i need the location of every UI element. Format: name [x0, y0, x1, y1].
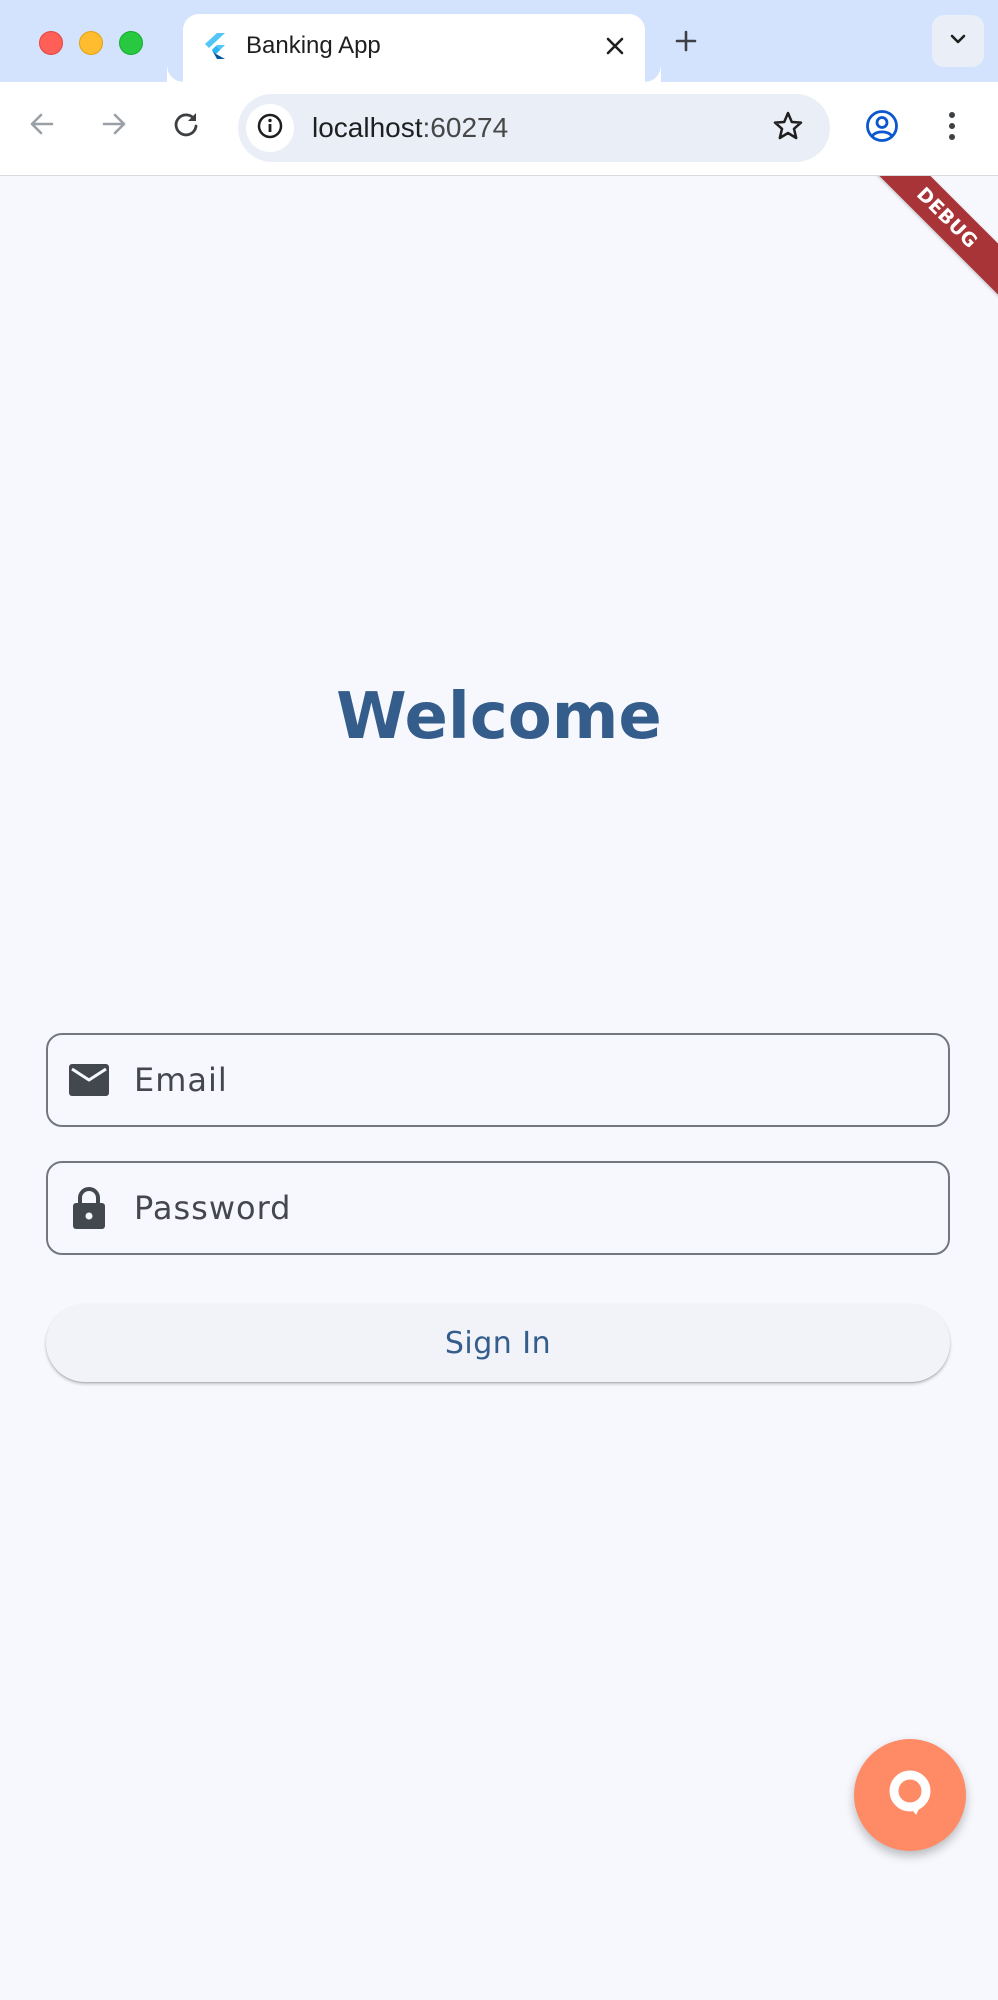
close-window-button[interactable]: [39, 31, 63, 55]
arrow-right-icon: [100, 110, 128, 143]
chat-fab-button[interactable]: [854, 1739, 966, 1851]
bookmark-button[interactable]: [766, 106, 810, 150]
chevron-down-icon: [948, 29, 968, 54]
browser-tab-active[interactable]: Banking App: [183, 14, 661, 82]
browser-chrome: Banking App localhost:60274: [0, 0, 998, 176]
star-icon: [772, 110, 804, 147]
tab-search-button[interactable]: [932, 15, 984, 67]
back-button[interactable]: [20, 104, 64, 148]
address-bar[interactable]: localhost:60274: [238, 94, 830, 162]
url-host: localhost: [312, 112, 423, 143]
password-field[interactable]: [46, 1161, 950, 1255]
profile-button[interactable]: [858, 104, 906, 152]
tab-strip: Banking App: [0, 0, 998, 82]
email-input[interactable]: [134, 1035, 924, 1125]
email-field[interactable]: [46, 1033, 950, 1127]
tab-title: Banking App: [246, 32, 381, 59]
plus-icon: [674, 29, 698, 58]
url-port: :60274: [422, 112, 509, 143]
account-circle-icon: [865, 109, 899, 148]
browser-toolbar: localhost:60274: [0, 82, 998, 175]
info-icon: [256, 112, 284, 145]
welcome-title: Welcome: [336, 680, 662, 754]
forward-button[interactable]: [92, 104, 136, 148]
password-input[interactable]: [134, 1163, 924, 1253]
more-vertical-icon: [947, 111, 957, 146]
mail-icon: [66, 1057, 112, 1103]
maximize-window-button[interactable]: [119, 31, 143, 55]
reload-button[interactable]: [164, 104, 208, 148]
chat-bubble-icon: [886, 1769, 934, 1822]
arrow-left-icon: [28, 110, 56, 143]
minimize-window-button[interactable]: [79, 31, 103, 55]
reload-icon: [172, 110, 200, 143]
url-text[interactable]: localhost:60274: [312, 111, 508, 145]
browser-menu-button[interactable]: [930, 104, 974, 152]
debug-banner: DEBUG: [852, 176, 998, 313]
sign-in-button[interactable]: Sign In: [46, 1304, 950, 1382]
new-tab-button[interactable]: [668, 25, 704, 61]
site-info-button[interactable]: [246, 104, 294, 152]
lock-icon: [66, 1185, 112, 1231]
flutter-logo-icon: [203, 33, 227, 59]
close-icon[interactable]: [601, 32, 629, 60]
